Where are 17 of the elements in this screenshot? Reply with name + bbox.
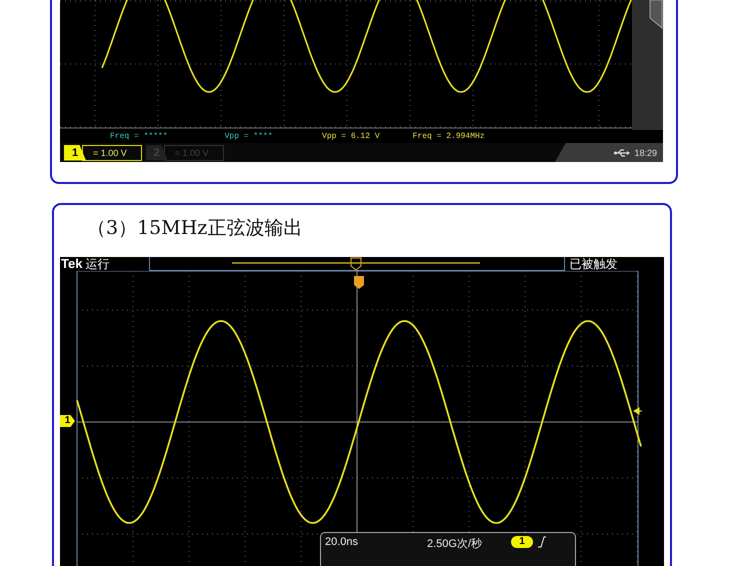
usb-icon bbox=[614, 148, 630, 156]
trigger-level-marker[interactable] bbox=[634, 407, 642, 414]
measurement-readout: Vpp = **** bbox=[224, 132, 273, 141]
measurement-readout: Freq = 2.994MHz bbox=[412, 132, 485, 141]
trigger-position-marker[interactable] bbox=[354, 276, 364, 289]
section-title: （3）15MHz正弦波输出 bbox=[86, 216, 304, 241]
brand-logo: Tek bbox=[60, 257, 82, 271]
clock-time: 18:29 bbox=[634, 148, 657, 158]
channel-marker[interactable]: 1 bbox=[60, 415, 75, 427]
rising-edge-icon bbox=[537, 536, 547, 548]
trigger-status: 已被触发 bbox=[569, 257, 618, 271]
sample-rate-readout: 2.50G次/秒 bbox=[427, 537, 484, 551]
measurement-readout: Vpp = 6.12 V bbox=[322, 132, 380, 141]
run-status: 运行 bbox=[85, 257, 110, 271]
measurement-readout: Freq = ***** bbox=[110, 132, 168, 141]
trigger-channel-badge: 1 bbox=[511, 536, 533, 548]
timebase-readout: 20.0ns bbox=[325, 536, 360, 548]
